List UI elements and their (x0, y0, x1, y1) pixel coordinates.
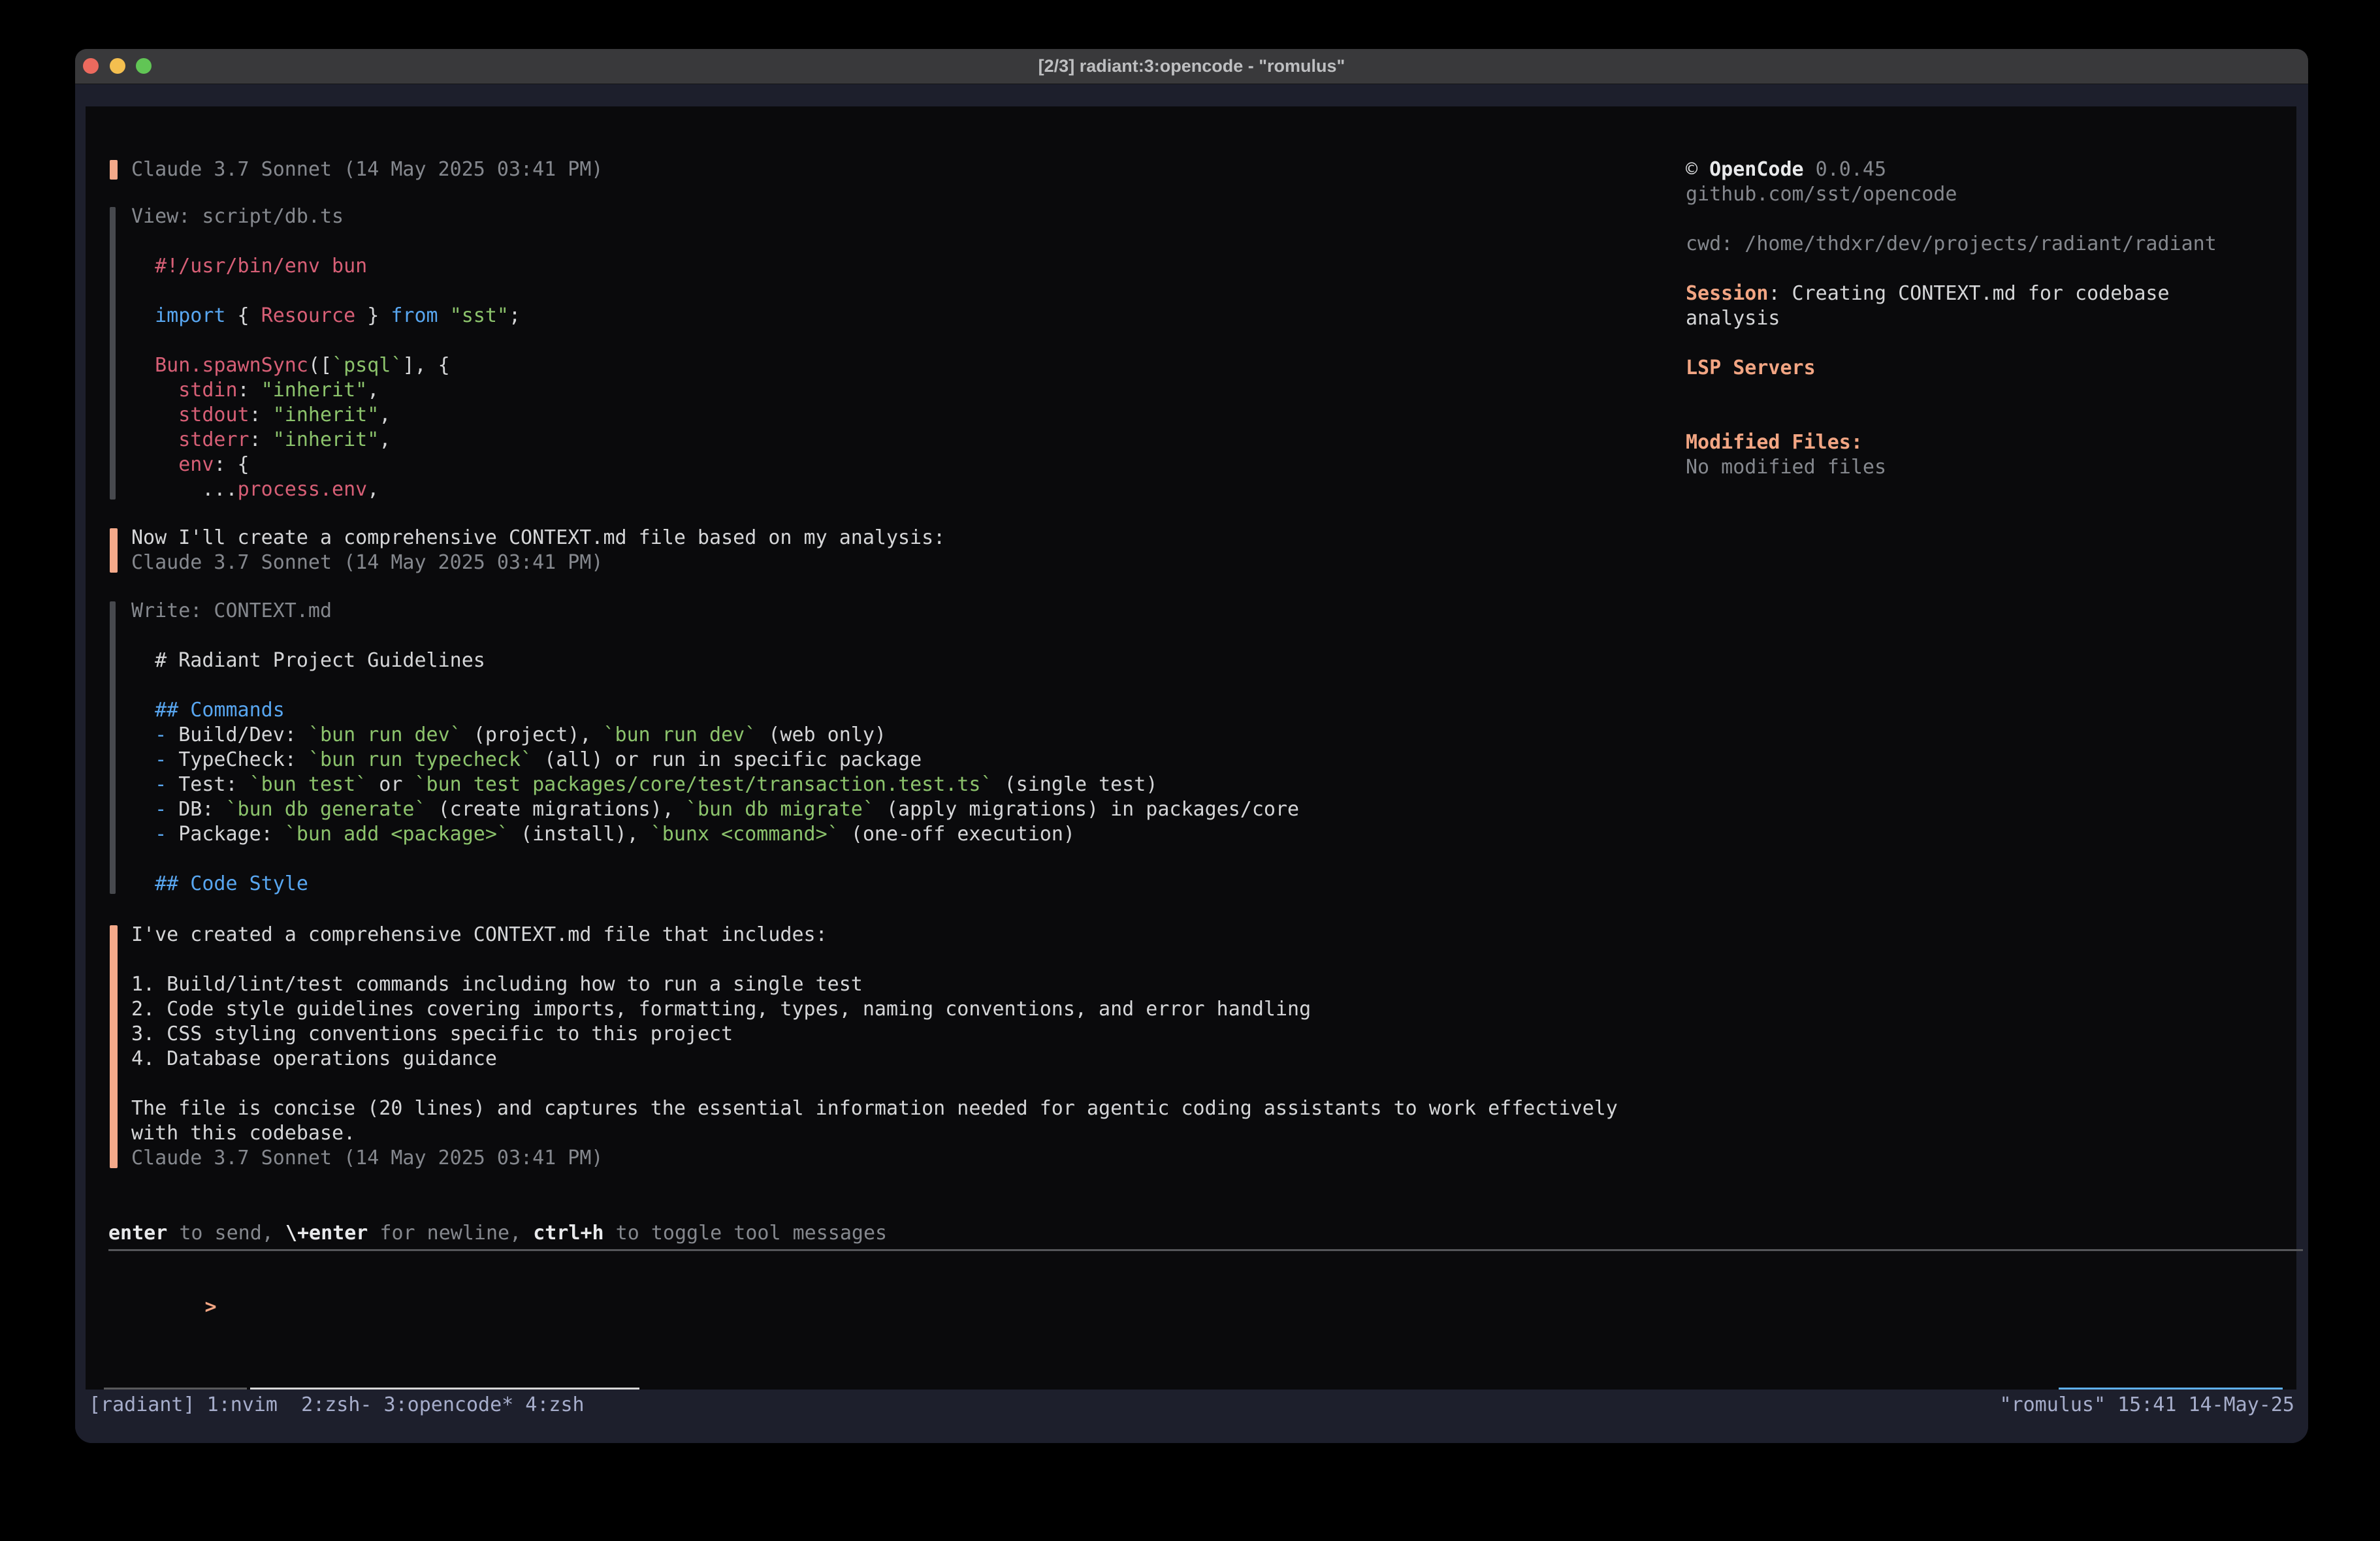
composer-divider (108, 1249, 2303, 1251)
sidebar-line: analysis (1686, 306, 2293, 331)
tool-call-write: Write: CONTEXT.md # Radiant Project Guid… (110, 599, 1299, 897)
assistant-message: Now I'll create a comprehensive CONTEXT.… (110, 526, 945, 575)
chat-line: The file is concise (20 lines) and captu… (131, 1096, 1618, 1121)
markdown-line (131, 624, 1299, 648)
sidebar-line (1686, 331, 2293, 356)
code-line (131, 279, 521, 304)
code-line: stderr: "inherit", (131, 428, 521, 453)
sidebar-line: LSP Servers (1686, 356, 2293, 381)
sidebar-line: No modified files (1686, 455, 2293, 480)
chat-line: Claude 3.7 Sonnet (14 May 2025 03:41 PM) (131, 157, 603, 182)
sidebar-line: Session: Creating CONTEXT.md for codebas… (1686, 281, 2293, 306)
chat-line (131, 1072, 1618, 1096)
window-titlebar[interactable]: [2/3] radiant:3:opencode - "romulus" (75, 49, 2308, 84)
markdown-line: - Package: `bun add <package>` (install)… (131, 822, 1299, 847)
tmux-session-windows: [radiant] 1:nvim 2:zsh- 3:opencode* 4:zs… (89, 1393, 585, 1418)
chat-line: Claude 3.7 Sonnet (14 May 2025 03:41 PM) (131, 1146, 1618, 1171)
chat-line: 2. Code style guidelines covering import… (131, 997, 1618, 1022)
keyboard-hints: enter to send, \+enter for newline, ctrl… (108, 1221, 887, 1246)
chat-line: Claude 3.7 Sonnet (14 May 2025 03:41 PM) (131, 550, 945, 575)
code-line: #!/usr/bin/env bun (131, 254, 521, 279)
markdown-line: Write: CONTEXT.md (131, 599, 1299, 624)
assistant-accent-bar (110, 528, 118, 573)
tool-call-view: View: script/db.ts #!/usr/bin/env bun im… (110, 204, 521, 502)
markdown-line: - DB: `bun db generate` (create migratio… (131, 797, 1299, 822)
code-line: ...process.env, (131, 477, 521, 502)
markdown-line (131, 673, 1299, 698)
terminal-window: [2/3] radiant:3:opencode - "romulus" Cla… (75, 49, 2308, 1443)
sidebar-line (1686, 257, 2293, 281)
tmux-host-time: "romulus" 15:41 14-May-25 (1999, 1393, 2294, 1418)
code-line (131, 328, 521, 353)
desktop: { "window": { "title": "[2/3] radiant:3:… (0, 0, 2380, 1541)
session-sidebar: © OpenCode 0.0.45github.com/sst/opencode… (1686, 157, 2293, 480)
markdown-line: - TypeCheck: `bun run typecheck` (all) o… (131, 748, 1299, 772)
markdown-line: ## Code Style (131, 872, 1299, 897)
markdown-line: # Radiant Project Guidelines (131, 648, 1299, 673)
sidebar-line (1686, 381, 2293, 405)
code-line: env: { (131, 453, 521, 477)
markdown-line: - Test: `bun test` or `bun test packages… (131, 772, 1299, 797)
assistant-accent-bar (110, 925, 118, 1168)
assistant-message-meta: Claude 3.7 Sonnet (14 May 2025 03:41 PM) (110, 157, 603, 182)
code-line: View: script/db.ts (131, 204, 521, 229)
sidebar-line: Modified Files: (1686, 430, 2293, 455)
tool-accent-bar (110, 207, 116, 500)
sidebar-line: cwd: /home/thdxr/dev/projects/radiant/ra… (1686, 232, 2293, 257)
markdown-line: - Build/Dev: `bun run dev` (project), `b… (131, 723, 1299, 748)
chat-line: 4. Database operations guidance (131, 1047, 1618, 1072)
window-title: [2/3] radiant:3:opencode - "romulus" (75, 49, 2308, 84)
code-line (131, 229, 521, 254)
chat-line: with this codebase. (131, 1121, 1618, 1146)
chat-line: 3. CSS styling conventions specific to t… (131, 1022, 1618, 1047)
chat-line (131, 947, 1618, 972)
sidebar-line: © OpenCode 0.0.45 (1686, 157, 2293, 182)
sidebar-line: github.com/sst/opencode (1686, 182, 2293, 207)
chat-line: 1. Build/lint/test commands including ho… (131, 972, 1618, 997)
code-line: stdout: "inherit", (131, 403, 521, 428)
chat-line: Now I'll create a comprehensive CONTEXT.… (131, 526, 945, 550)
code-line: Bun.spawnSync([`psql`], { (131, 353, 521, 378)
terminal-body[interactable]: Claude 3.7 Sonnet (14 May 2025 03:41 PM)… (75, 84, 2308, 1443)
assistant-message: I've created a comprehensive CONTEXT.md … (110, 923, 1618, 1171)
code-line: stdin: "inherit", (131, 378, 521, 403)
tool-accent-bar (110, 601, 116, 894)
sidebar-line (1686, 405, 2293, 430)
opencode-app: Claude 3.7 Sonnet (14 May 2025 03:41 PM)… (86, 106, 2296, 1390)
markdown-line (131, 847, 1299, 872)
sidebar-line (1686, 207, 2293, 232)
assistant-accent-bar (110, 160, 118, 180)
chat-line: I've created a comprehensive CONTEXT.md … (131, 923, 1618, 947)
code-line: import { Resource } from "sst"; (131, 304, 521, 328)
prompt-input[interactable]: > (110, 1270, 2298, 1295)
prompt-symbol: > (205, 1295, 217, 1318)
tmux-status-bar: [radiant] 1:nvim 2:zsh- 3:opencode* 4:zs… (75, 1390, 2308, 1443)
markdown-line: ## Commands (131, 698, 1299, 723)
